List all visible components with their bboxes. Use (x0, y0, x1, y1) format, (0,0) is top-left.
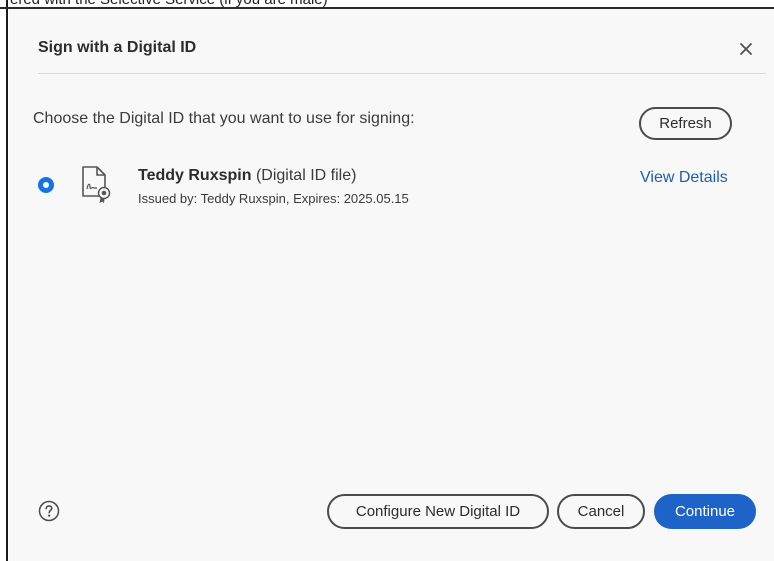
digital-id-issued: Issued by: Teddy Ruxspin, Expires: 2025.… (138, 191, 409, 206)
digital-id-name: Teddy Ruxspin (138, 167, 252, 184)
digital-id-type: (Digital ID file) (255, 167, 357, 184)
title-divider (38, 73, 766, 74)
configure-new-digital-id-button[interactable]: Configure New Digital ID (327, 494, 549, 529)
cancel-button[interactable]: Cancel (557, 494, 645, 529)
sign-digital-id-dialog: Sign with a Digital ID Choose the Digita… (9, 9, 774, 561)
refresh-button[interactable]: Refresh (639, 107, 732, 140)
dialog-title: Sign with a Digital ID (38, 39, 197, 56)
window-edge-line (6, 0, 8, 561)
window-left-edge (0, 0, 9, 561)
close-icon[interactable] (735, 38, 757, 60)
continue-button[interactable]: Continue (654, 494, 756, 529)
help-icon[interactable] (38, 500, 60, 522)
digital-id-name-line: Teddy Ruxspin (Digital ID file) (138, 167, 356, 185)
view-details-link[interactable]: View Details (640, 169, 728, 187)
digital-id-radio[interactable] (38, 177, 54, 193)
instruction-text: Choose the Digital ID that you want to u… (33, 110, 415, 127)
certificate-icon (78, 164, 112, 204)
